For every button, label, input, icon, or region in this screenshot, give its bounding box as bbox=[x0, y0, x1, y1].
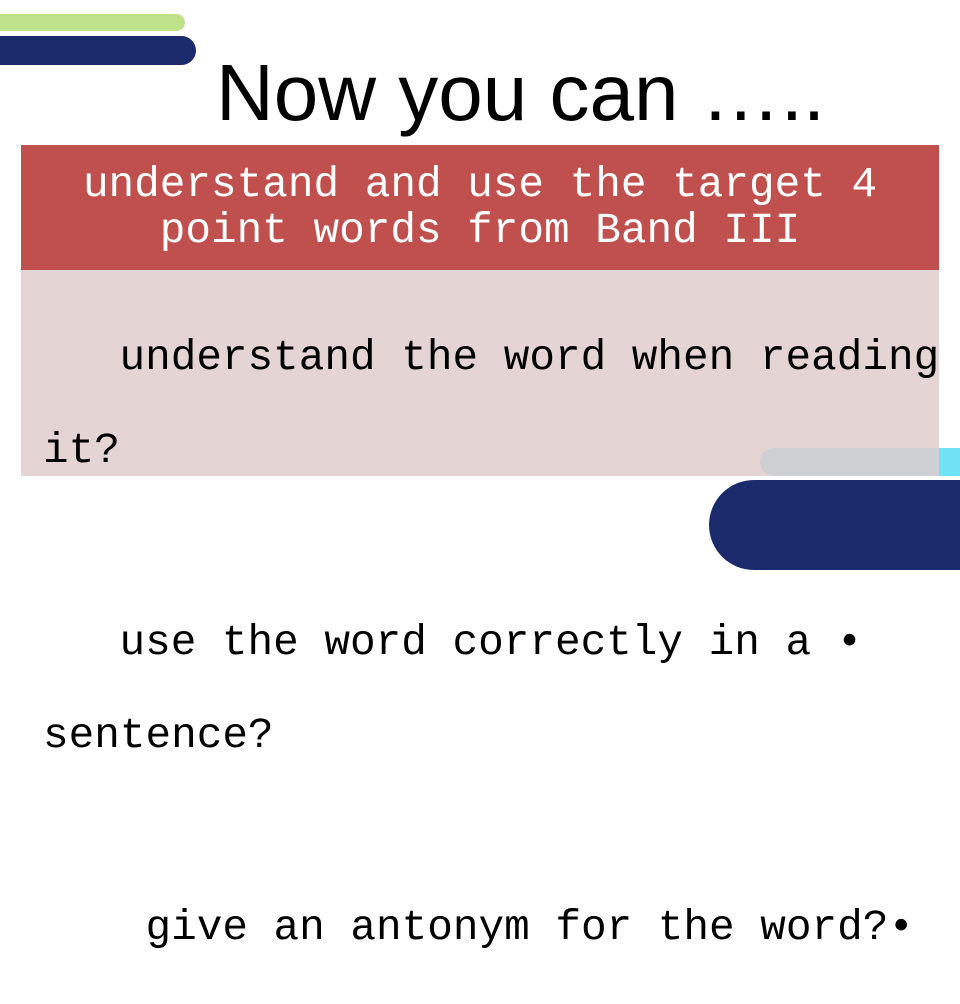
objective-line: understand and use the target 4 bbox=[82, 159, 878, 209]
checklist-item: use the word correctly in a • sentence? bbox=[17, 573, 960, 852]
checklist-item: give an antonym for the word?• bbox=[17, 858, 960, 998]
objective-line: point words from Band III bbox=[159, 205, 801, 255]
objective-banner: understand and use the target 4 point wo… bbox=[21, 145, 939, 270]
checklist-item-continuation: it? bbox=[43, 425, 120, 475]
checklist-item: understand the word when reading • it? bbox=[17, 288, 960, 567]
checklist-item-continuation: sentence? bbox=[43, 710, 274, 760]
checklist: understand the word when reading • it? u… bbox=[17, 288, 960, 1004]
checklist-item-text: give an antonym for the word?• bbox=[145, 902, 914, 952]
checklist-item-text: use the word correctly in a • bbox=[119, 617, 863, 667]
decorative-green-bar bbox=[0, 14, 185, 31]
slide-title: Now you can ….. bbox=[216, 48, 826, 137]
checklist-item-text: understand the word when reading • bbox=[119, 332, 960, 382]
decorative-navy-bar bbox=[0, 36, 196, 65]
